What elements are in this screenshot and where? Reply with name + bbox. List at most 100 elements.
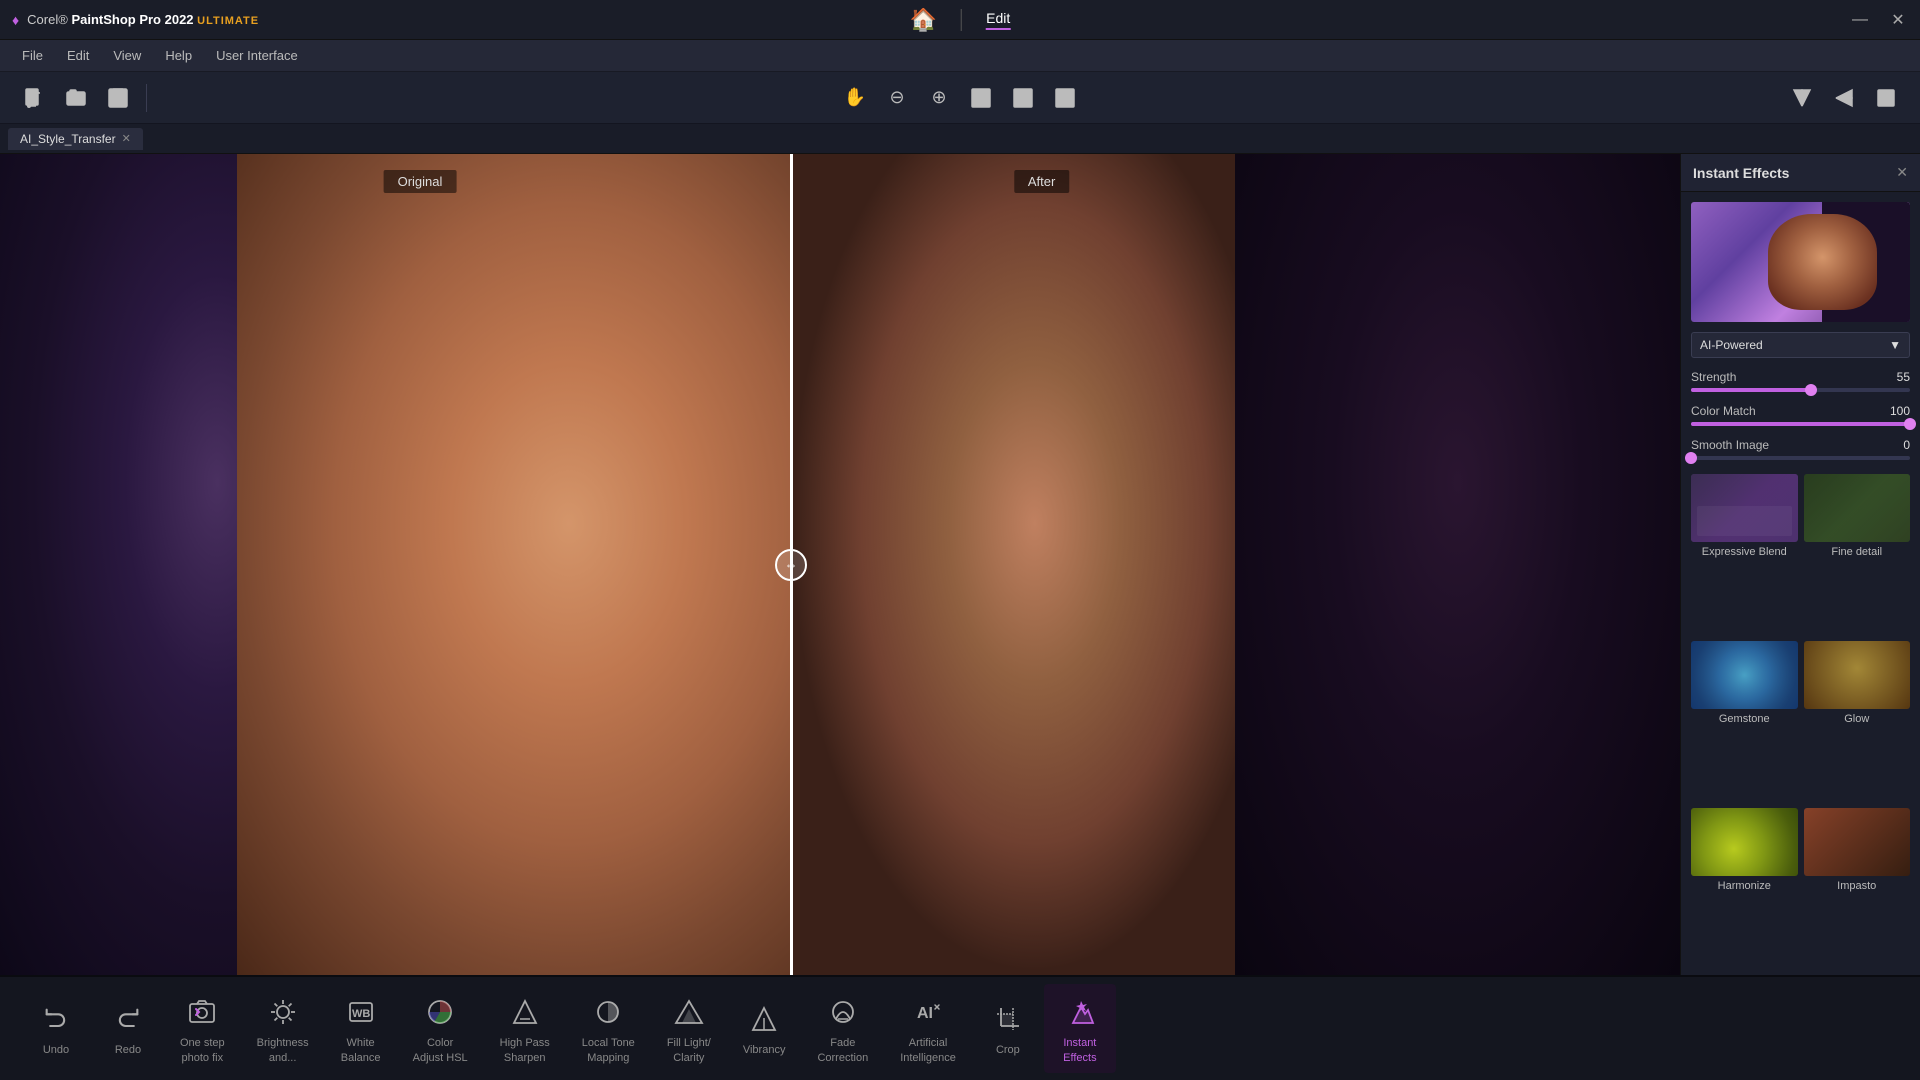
undo-tool[interactable]: Undo [20, 991, 92, 1065]
crop-label: Crop [996, 1043, 1020, 1057]
effect-gemstone[interactable]: Gemstone [1691, 641, 1798, 802]
dropdown-chevron-icon: ▼ [1889, 338, 1901, 352]
split-divider: ⇔ [790, 154, 793, 975]
effect-impasto[interactable]: Impasto [1804, 808, 1911, 969]
harmonize-thumb [1691, 808, 1798, 876]
save-file-button[interactable] [100, 80, 136, 116]
menu-user-interface[interactable]: User Interface [206, 44, 308, 67]
one-step-photo-label: One stepphoto fix [180, 1036, 225, 1065]
menu-file[interactable]: File [12, 44, 53, 67]
smooth-image-slider[interactable] [1691, 456, 1910, 460]
face-right [790, 154, 1280, 975]
panel-close-button[interactable]: ✕ [1896, 164, 1908, 181]
undo-icon [36, 999, 76, 1039]
brightness-icon [263, 992, 303, 1032]
effect-harmonize[interactable]: Harmonize [1691, 808, 1798, 969]
effect-fine-detail[interactable]: Fine detail [1804, 474, 1911, 635]
fit-window-button[interactable] [963, 80, 999, 116]
toolbar-divider-1 [146, 84, 147, 112]
color-match-slider[interactable] [1691, 422, 1910, 426]
open-file-button[interactable] [58, 80, 94, 116]
after-label: After [1014, 170, 1069, 193]
brightness-tool[interactable]: Brightnessand... [241, 984, 325, 1073]
undo-label: Undo [43, 1043, 69, 1057]
toolbar-right-tools [1784, 80, 1904, 116]
color-match-slider-row: Color Match 100 [1681, 400, 1920, 434]
title-bar-right: — ✕ [1850, 10, 1908, 30]
mirror-button[interactable] [1784, 80, 1820, 116]
strength-fill [1691, 388, 1811, 392]
one-step-photo-tool[interactable]: One stepphoto fix [164, 984, 241, 1073]
split-view-button[interactable] [1047, 80, 1083, 116]
menu-edit[interactable]: Edit [57, 44, 99, 67]
ai-powered-value: AI-Powered [1700, 338, 1763, 352]
smooth-image-label: Smooth Image [1691, 438, 1769, 452]
new-file-button[interactable] [16, 80, 52, 116]
toolbar: ✋ ⊖ ⊕ [0, 72, 1920, 124]
zoom-in-button[interactable]: ⊕ [921, 80, 957, 116]
menu-bar: File Edit View Help User Interface [0, 40, 1920, 72]
glow-label: Glow [1844, 713, 1869, 725]
redo-tool[interactable]: Redo [92, 991, 164, 1065]
pan-tool-button[interactable]: ✋ [837, 80, 873, 116]
zoom-out-button[interactable]: ⊖ [879, 80, 915, 116]
redo-label: Redo [115, 1043, 141, 1057]
canvas-area: Original After ⇔ [0, 154, 1680, 975]
effect-expressive-blend[interactable]: Expressive Blend [1691, 474, 1798, 635]
hair-right [1235, 154, 1680, 975]
flip-button[interactable] [1826, 80, 1862, 116]
color-adjust-tool[interactable]: ColorAdjust HSL [397, 984, 484, 1073]
minimize-button[interactable]: — [1850, 11, 1870, 29]
smooth-image-value: 0 [1903, 438, 1910, 452]
color-adjust-label: ColorAdjust HSL [413, 1036, 468, 1065]
ai-label: ArtificialIntelligence [900, 1036, 956, 1065]
impasto-label: Impasto [1837, 880, 1876, 892]
fill-light-tool[interactable]: Fill Light/Clarity [651, 984, 727, 1073]
fade-correction-label: FadeCorrection [817, 1036, 868, 1065]
home-icon[interactable]: 🏠 [910, 7, 937, 33]
fade-correction-icon [823, 992, 863, 1032]
title-divider [961, 9, 962, 31]
crop-tool[interactable]: Crop [972, 991, 1044, 1065]
split-handle[interactable]: ⇔ [775, 549, 807, 581]
ai-style-transfer-tab[interactable]: AI_Style_Transfer ✕ [8, 128, 143, 150]
smooth-image-thumb[interactable] [1685, 452, 1697, 464]
strength-slider[interactable] [1691, 388, 1910, 392]
one-step-photo-icon [182, 992, 222, 1032]
strength-thumb[interactable] [1805, 384, 1817, 396]
expressive-blend-label: Expressive Blend [1702, 546, 1787, 558]
ai-powered-dropdown[interactable]: AI-Powered ▼ [1691, 332, 1910, 358]
undo-toolbar-button[interactable] [1868, 80, 1904, 116]
color-match-label: Color Match [1691, 404, 1756, 418]
title-center: 🏠 Edit [910, 7, 1011, 33]
high-pass-tool[interactable]: High PassSharpen [484, 984, 566, 1073]
instant-effects-tool[interactable]: InstantEffects [1044, 984, 1116, 1073]
vibrancy-tool[interactable]: Vibrancy [727, 991, 802, 1065]
expressive-blend-thumb [1691, 474, 1798, 542]
effect-glow[interactable]: Glow [1804, 641, 1911, 802]
fine-detail-label: Fine detail [1831, 546, 1882, 558]
menu-help[interactable]: Help [155, 44, 202, 67]
actual-size-button[interactable] [1005, 80, 1041, 116]
local-tone-tool[interactable]: Local ToneMapping [566, 984, 651, 1073]
strength-label: Strength [1691, 370, 1736, 384]
effects-grid: Expressive Blend Fine detail Gemstone Gl… [1681, 468, 1920, 975]
tab-close-icon[interactable]: ✕ [122, 132, 131, 145]
artificial-intelligence-tool[interactable]: AI ArtificialIntelligence [884, 984, 972, 1073]
white-balance-tool[interactable]: WB WhiteBalance [325, 984, 397, 1073]
instant-effects-icon [1060, 992, 1100, 1032]
artificial-intelligence-icon: AI [908, 992, 948, 1032]
color-match-thumb[interactable] [1904, 418, 1916, 430]
strength-slider-row: Strength 55 [1681, 366, 1920, 400]
app-title: Corel® PaintShop Pro 2022 ULTIMATE [27, 12, 259, 27]
fade-correction-tool[interactable]: FadeCorrection [801, 984, 884, 1073]
bottom-toolbar: Undo Redo One stepphoto fix [0, 975, 1920, 1080]
local-tone-icon [588, 992, 628, 1032]
face-left [237, 154, 790, 975]
panel-title: Instant Effects [1693, 165, 1789, 181]
preview-face [1768, 214, 1878, 310]
menu-view[interactable]: View [103, 44, 151, 67]
close-button[interactable]: ✕ [1888, 10, 1908, 30]
color-match-fill [1691, 422, 1910, 426]
edit-mode-label[interactable]: Edit [986, 10, 1010, 30]
